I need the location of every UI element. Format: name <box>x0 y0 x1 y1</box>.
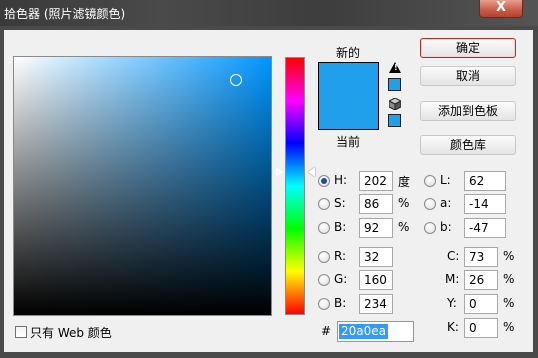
yellow-label: Y: <box>447 296 457 310</box>
saturation-brightness-field[interactable] <box>13 56 272 316</box>
window-title: 拾色器 (照片滤镜颜色) <box>4 7 126 21</box>
brightness-label: B: <box>334 220 347 234</box>
lab-l-radio[interactable] <box>424 175 436 187</box>
lab-b-label: b: <box>440 220 452 234</box>
saturation-label: S: <box>334 196 346 210</box>
lab-b-field[interactable]: -47 <box>464 218 506 238</box>
lab-a-field[interactable]: -14 <box>464 194 506 214</box>
magenta-label: M: <box>445 272 460 286</box>
saturation-unit: % <box>398 196 410 210</box>
hue-unit: 度 <box>398 175 411 189</box>
hex-input[interactable]: 20a0ea <box>337 321 414 342</box>
current-color-swatch[interactable] <box>318 96 379 130</box>
add-to-swatches-button[interactable]: 添加到色板 <box>420 101 516 121</box>
lab-a-radio[interactable] <box>424 198 436 210</box>
lab-b-radio[interactable] <box>424 222 436 234</box>
close-icon[interactable]: X <box>479 0 523 18</box>
yellow-unit: % <box>503 296 515 310</box>
cyan-label: C: <box>447 249 460 263</box>
brightness-unit: % <box>398 220 410 234</box>
cyan-field[interactable]: 73 <box>464 247 498 267</box>
lab-l-label: L: <box>440 173 451 187</box>
title-bar: 拾色器 (照片滤镜颜色) X <box>0 0 538 26</box>
green-label: G: <box>334 272 348 286</box>
green-radio[interactable] <box>318 274 330 286</box>
magenta-field[interactable]: 26 <box>464 270 498 290</box>
green-field[interactable]: 160 <box>359 270 393 290</box>
blue-radio[interactable] <box>318 298 330 310</box>
warning-icon[interactable]: ! <box>389 62 401 73</box>
hue-label: H: <box>334 173 348 187</box>
web-only-label: 只有 Web 颜色 <box>30 326 112 340</box>
yellow-field[interactable]: 0 <box>464 294 498 314</box>
blue-label: B: <box>334 296 347 310</box>
saturation-radio[interactable] <box>318 198 330 210</box>
black-field[interactable]: 0 <box>464 318 498 338</box>
current-color-label: 当前 <box>336 135 361 149</box>
cancel-button[interactable]: 取消 <box>420 66 516 86</box>
web-safe-swatch[interactable] <box>388 114 401 127</box>
ok-button[interactable]: 确定 <box>420 38 516 58</box>
blue-field[interactable]: 234 <box>359 294 393 314</box>
hue-slider[interactable] <box>285 57 305 315</box>
hex-label: # <box>321 324 332 338</box>
red-radio[interactable] <box>318 251 330 263</box>
black-unit: % <box>503 320 515 334</box>
hue-slider-left-handle-icon[interactable] <box>275 166 283 178</box>
color-libraries-button[interactable]: 颜色库 <box>420 135 516 155</box>
hex-value: 20a0ea <box>339 324 388 339</box>
web-only-checkbox[interactable] <box>15 326 27 338</box>
hue-radio[interactable] <box>318 175 330 187</box>
black-label: K: <box>447 320 459 334</box>
hue-slider-right-handle-icon[interactable] <box>308 167 315 177</box>
color-picker-marker[interactable] <box>230 74 242 86</box>
magenta-unit: % <box>503 272 515 286</box>
brightness-radio[interactable] <box>318 222 330 234</box>
saturation-field[interactable]: 86 <box>359 194 393 214</box>
lab-a-label: a: <box>440 196 452 210</box>
hue-field[interactable]: 202 <box>359 171 393 191</box>
red-field[interactable]: 32 <box>359 247 393 267</box>
new-color-label: 新的 <box>336 46 361 60</box>
red-label: R: <box>334 249 347 263</box>
lab-l-field[interactable]: 62 <box>464 171 506 191</box>
new-color-swatch <box>318 62 379 96</box>
cyan-unit: % <box>503 249 515 263</box>
brightness-field[interactable]: 92 <box>359 218 393 238</box>
cube-icon[interactable] <box>389 98 401 110</box>
gamut-warning-swatch[interactable] <box>388 78 401 91</box>
